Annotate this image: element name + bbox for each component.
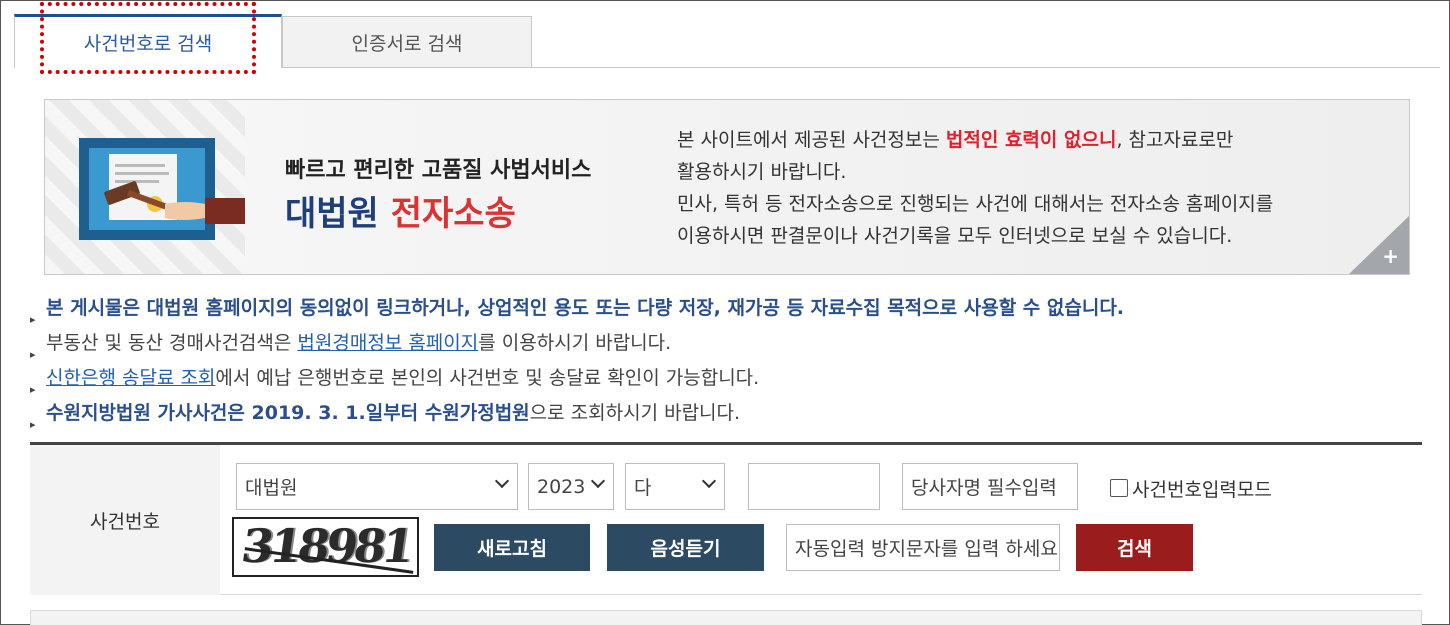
notice-list: ▸ 본 게시물은 대법원 홈페이지의 동의없이 링크하거나, 상업적인 용도 또… xyxy=(28,292,1428,432)
case-number-label: 사건번호 xyxy=(30,445,220,595)
captcha-input[interactable]: 자동입력 방지문자를 입력 하세요 xyxy=(786,524,1060,571)
banner-notice-line-1: 본 사이트에서 제공된 사건정보는 법적인 효력이 없으니, 참고자료로만 xyxy=(677,124,1377,156)
banner-notice-warning: 법적인 효력이 없으니 xyxy=(945,129,1117,151)
captcha-input-placeholder: 자동입력 방지문자를 입력 하세요 xyxy=(795,538,1058,560)
bullet-icon: ▸ xyxy=(30,418,36,431)
banner-subtitle: 빠르고 편리한 고품질 사법서비스 xyxy=(285,158,592,183)
notice-item-copyright: ▸ 본 게시물은 대법원 홈페이지의 동의없이 링크하거나, 상업적인 용도 또… xyxy=(28,292,1428,327)
chevron-down-icon xyxy=(701,473,717,489)
info-banner: 빠르고 편리한 고품질 사법서비스 대법원 전자소송 본 사이트에서 제공된 사… xyxy=(44,99,1410,275)
case-type-select[interactable]: 다 xyxy=(625,463,725,510)
party-name-placeholder: 당사자명 필수입력 xyxy=(911,477,1057,499)
gavel-document-icon xyxy=(79,138,245,240)
tab-certificate-search[interactable]: 인증서로 검색 xyxy=(282,16,532,68)
banner-title-accent: 전자소송 xyxy=(390,194,516,234)
plus-icon: + xyxy=(1382,244,1399,268)
banner-more-button[interactable]: + xyxy=(1349,216,1409,274)
shinhan-fee-lookup-link[interactable]: 신한은행 송달료 조회 xyxy=(46,367,215,389)
notice-text-suffix: 를 이용하시기 바랍니다. xyxy=(478,332,672,354)
case-number-mode-toggle[interactable]: 사건번호입력모드 xyxy=(1110,475,1272,501)
notice-text: 부동산 및 동산 경매사건검색은 xyxy=(46,332,298,354)
notice-text-suffix: 에서 예납 은행번호로 본인의 사건번호 및 송달료 확인이 가능합니다. xyxy=(215,367,760,389)
search-button[interactable]: 검색 xyxy=(1076,524,1193,571)
notice-item-bank: ▸ 신한은행 송달료 조회에서 예납 은행번호로 본인의 사건번호 및 송달료 … xyxy=(28,362,1428,397)
case-type-select-value: 다 xyxy=(634,477,652,499)
case-number-mode-label: 사건번호입력모드 xyxy=(1132,478,1272,501)
auction-site-link[interactable]: 법원경매정보 홈페이지 xyxy=(297,332,478,354)
banner-title: 대법원 전자소송 xyxy=(285,186,516,235)
banner-illustration xyxy=(45,100,245,274)
banner-notice-line-3: 민사, 특허 등 전자소송으로 진행되는 사건에 대해서는 전자소송 홈페이지를 xyxy=(677,193,1274,215)
year-select-value: 2023 xyxy=(537,475,586,498)
banner-notice-line-1-prefix: 본 사이트에서 제공된 사건정보는 xyxy=(677,129,946,151)
notice-text-suffix: 으로 조회하시기 바랍니다. xyxy=(529,402,741,424)
notice-item-auction: ▸ 부동산 및 동산 경매사건검색은 법원경매정보 홈페이지를 이용하시기 바랍… xyxy=(28,327,1428,362)
notice-text: 본 게시물은 대법원 홈페이지의 동의없이 링크하거나, 상업적인 용도 또는 … xyxy=(46,297,1125,319)
banner-notice: 본 사이트에서 제공된 사건정보는 법적인 효력이 없으니, 참고자료로만 활용… xyxy=(677,124,1377,252)
banner-notice-line-4: 이용하시면 판결문이나 사건기록을 모두 인터넷으로 보실 수 있습니다. xyxy=(677,225,1233,247)
tab-case-number-search[interactable]: 사건번호로 검색 xyxy=(14,14,282,68)
captcha-text: 318981 xyxy=(238,519,414,573)
court-select[interactable]: 대법원 xyxy=(236,463,518,510)
court-select-value: 대법원 xyxy=(245,477,298,499)
captcha-image: 318981 xyxy=(232,517,419,577)
captcha-audio-button[interactable]: 음성듣기 xyxy=(607,524,764,571)
case-number-input[interactable] xyxy=(748,463,880,510)
results-panel xyxy=(30,610,1422,625)
year-select[interactable]: 2023 xyxy=(528,463,614,510)
banner-notice-line-2: 활용하시기 바랍니다. xyxy=(677,161,847,183)
banner-more-corner xyxy=(1349,216,1409,274)
banner-notice-line-1-suffix: , 참고자료로만 xyxy=(1116,129,1234,151)
banner-title-main: 대법원 xyxy=(285,194,379,234)
party-name-input[interactable]: 당사자명 필수입력 xyxy=(902,463,1078,510)
chevron-down-icon xyxy=(494,473,510,489)
notice-item-suwon: ▸ 수원지방법원 가사사건은 2019. 3. 1.일부터 수원가정법원으로 조… xyxy=(28,397,1428,432)
case-number-mode-checkbox[interactable] xyxy=(1110,479,1128,497)
tab-divider-gap xyxy=(15,67,281,68)
notice-text-bold: 수원지방법원 가사사건은 2019. 3. 1.일부터 수원가정법원 xyxy=(46,402,530,424)
chevron-down-icon xyxy=(590,473,606,489)
captcha-refresh-button[interactable]: 새로고침 xyxy=(434,524,590,571)
